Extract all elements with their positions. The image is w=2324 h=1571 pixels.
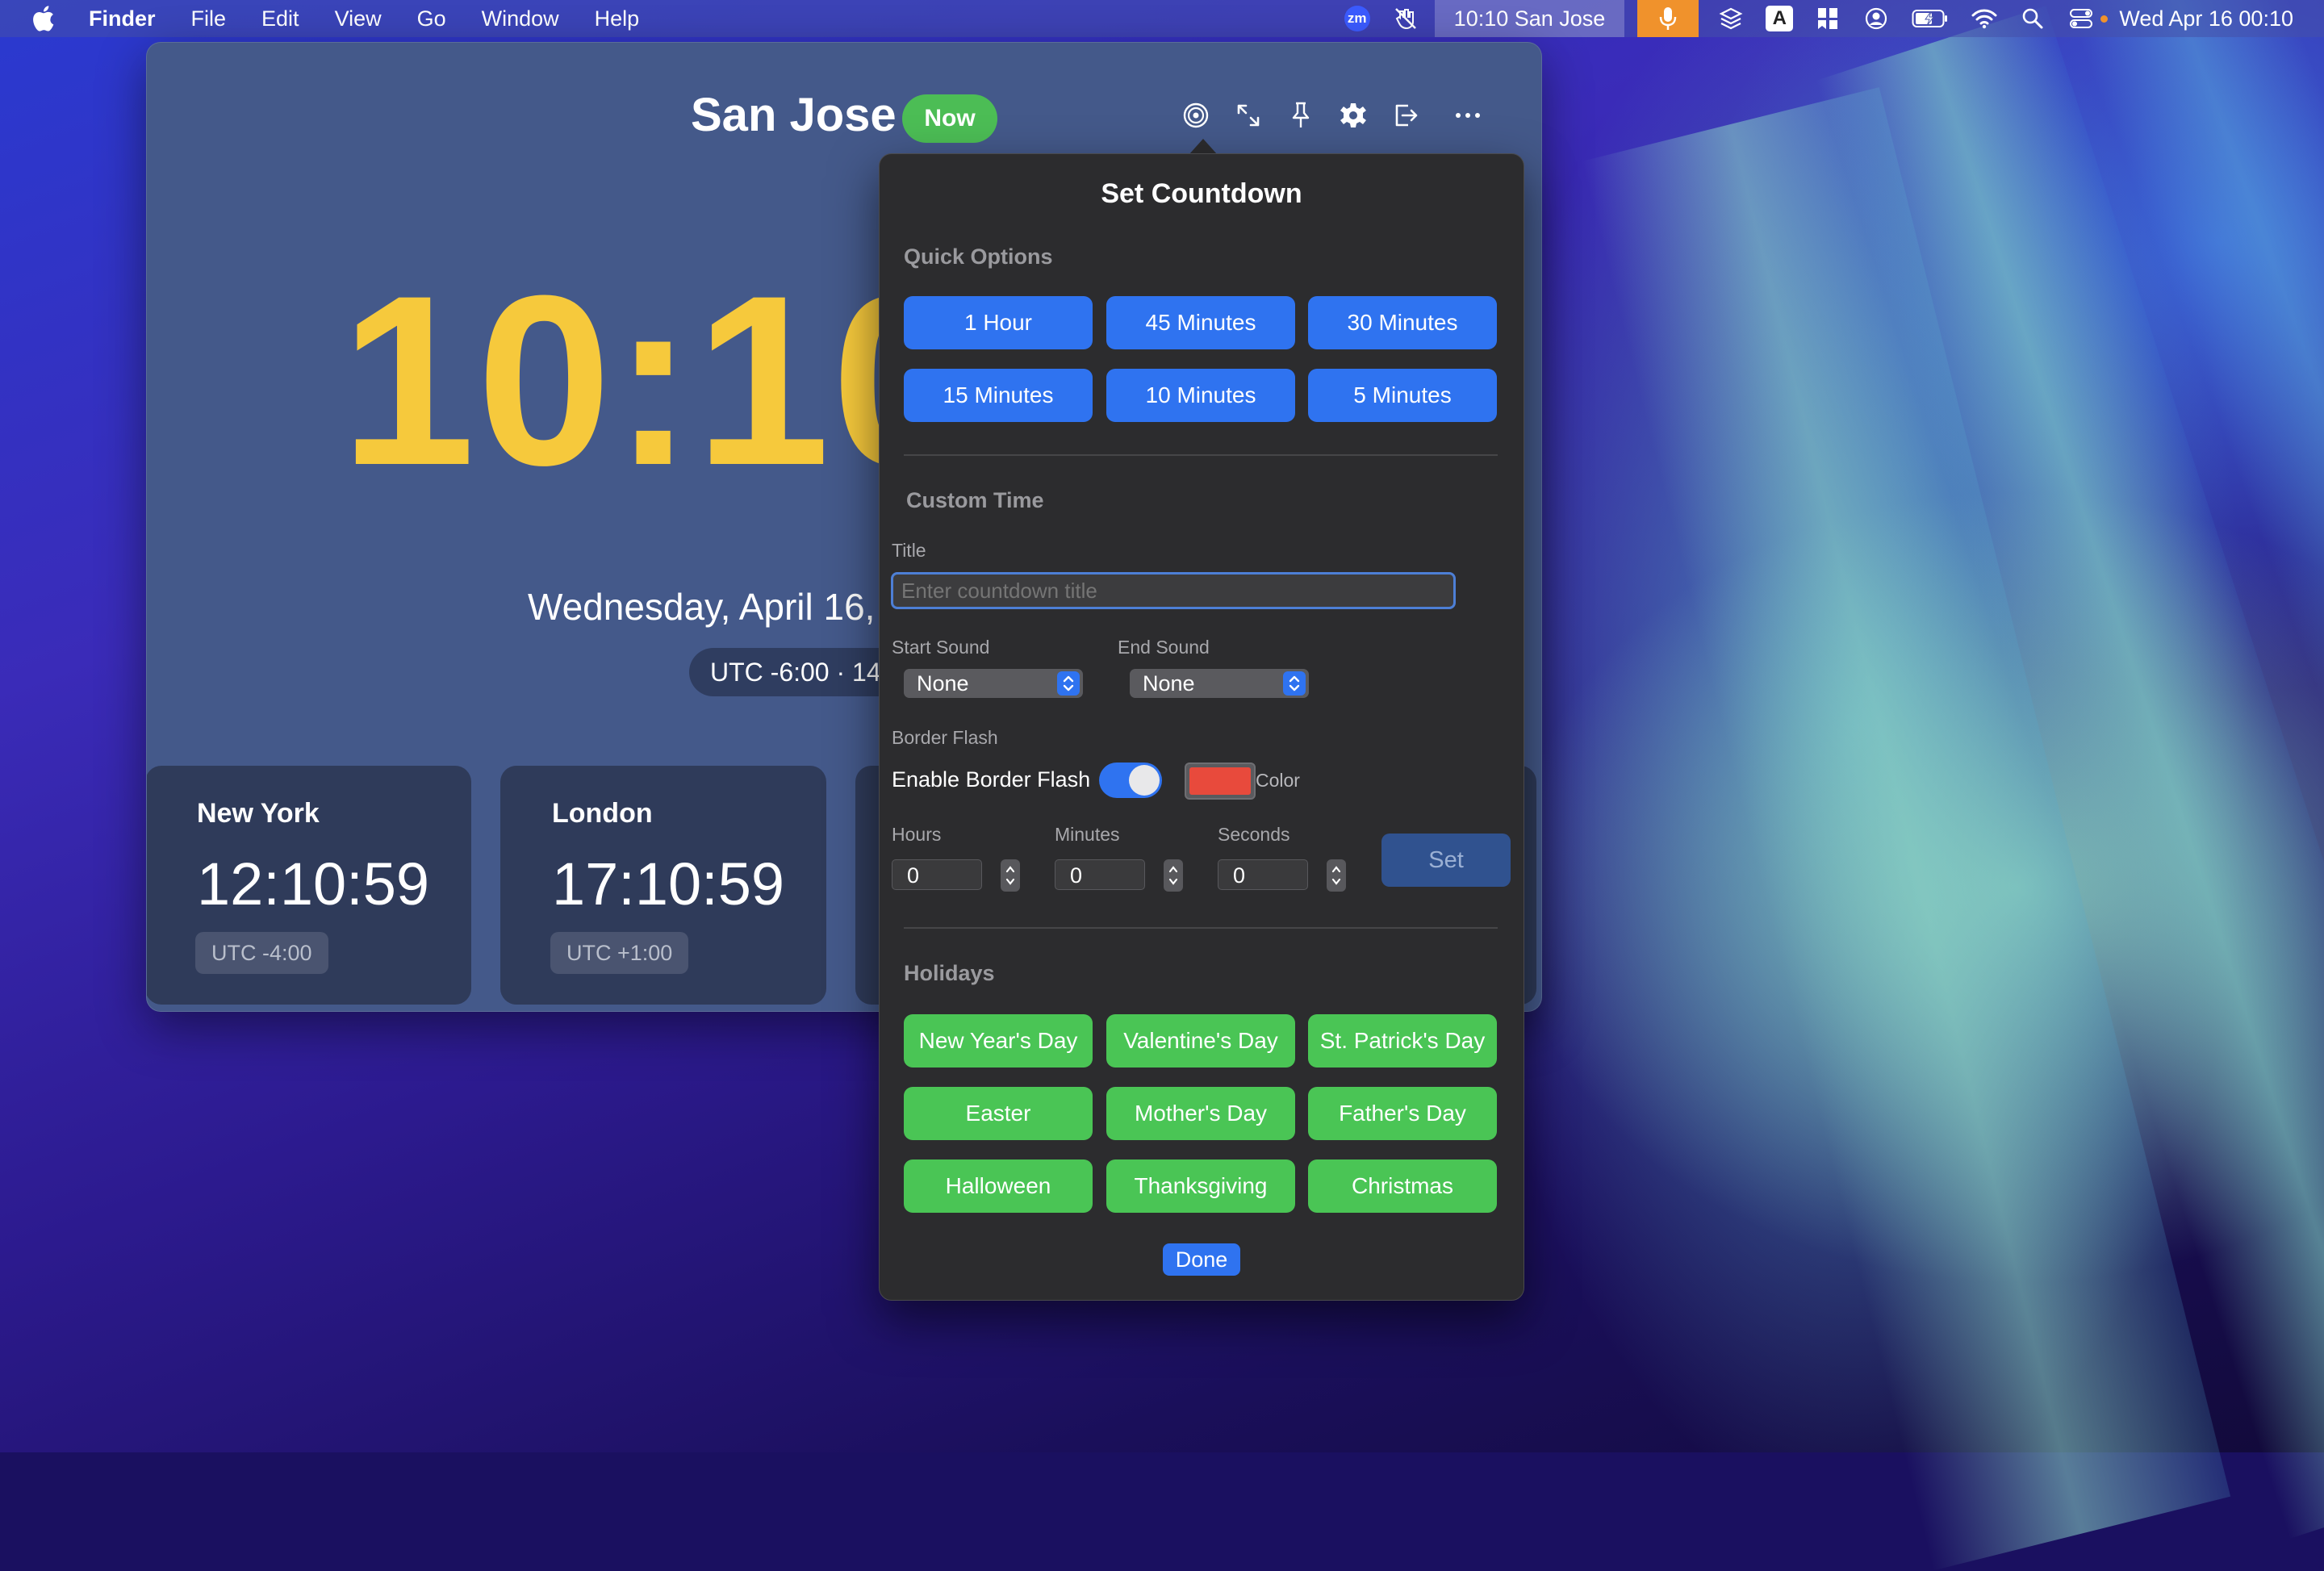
seconds-label: Seconds xyxy=(1218,824,1290,845)
popover-title: Set Countdown xyxy=(1101,178,1302,209)
hours-stepper[interactable] xyxy=(1001,859,1020,892)
countdown-timer-icon[interactable] xyxy=(1180,99,1212,132)
menu-edit[interactable]: Edit xyxy=(261,0,299,37)
minutes-label: Minutes xyxy=(1055,824,1120,845)
city-card-london[interactable]: London 17:10:59 UTC +1:00 xyxy=(500,766,826,1005)
enable-border-flash-label: Enable Border Flash xyxy=(892,767,1091,792)
border-flash-label: Border Flash xyxy=(892,727,998,748)
holiday-fathers-day-button[interactable]: Father's Day xyxy=(1308,1087,1497,1140)
card-utc-offset: UTC +1:00 xyxy=(550,932,689,974)
expand-icon[interactable] xyxy=(1232,99,1264,132)
layers-icon[interactable] xyxy=(1717,6,1745,31)
quick-5-minutes-button[interactable]: 5 Minutes xyxy=(1308,369,1497,422)
holiday-halloween-button[interactable]: Halloween xyxy=(904,1159,1093,1213)
wifi-icon[interactable] xyxy=(1971,6,1998,31)
set-countdown-button[interactable]: Set xyxy=(1381,834,1511,887)
end-sound-label: End Sound xyxy=(1118,637,1210,658)
now-badge[interactable]: Now xyxy=(902,94,997,143)
holidays-heading: Holidays xyxy=(904,961,995,985)
seconds-stepper[interactable] xyxy=(1327,859,1346,892)
holiday-thanksgiving-button[interactable]: Thanksgiving xyxy=(1106,1159,1295,1213)
section-divider xyxy=(904,454,1498,456)
menu-go[interactable]: Go xyxy=(417,0,446,37)
spotlight-search-icon[interactable] xyxy=(2019,6,2046,31)
done-button[interactable]: Done xyxy=(1163,1243,1240,1276)
minutes-field[interactable]: 0 xyxy=(1055,859,1145,890)
quick-1-hour-button[interactable]: 1 Hour xyxy=(904,296,1093,349)
chevron-up-down-icon xyxy=(1283,671,1306,696)
menu-view[interactable]: View xyxy=(335,0,382,37)
start-sound-value: None xyxy=(917,671,969,696)
section-divider xyxy=(904,927,1498,929)
menu-window[interactable]: Window xyxy=(482,0,559,37)
privacy-indicator-dot xyxy=(2100,15,2109,23)
color-label: Color xyxy=(1256,770,1300,791)
city-card-new-york[interactable]: New York 12:10:59 UTC -4:00 xyxy=(147,766,471,1005)
quick-15-minutes-button[interactable]: 15 Minutes xyxy=(904,369,1093,422)
holiday-valentines-day-button[interactable]: Valentine's Day xyxy=(1106,1014,1295,1068)
flash-color-fill xyxy=(1189,767,1251,795)
more-options-icon[interactable] xyxy=(1452,99,1484,132)
quick-45-minutes-button[interactable]: 45 Minutes xyxy=(1106,296,1295,349)
end-sound-value: None xyxy=(1143,671,1195,696)
flash-color-well[interactable] xyxy=(1185,763,1256,800)
chevron-up-down-icon xyxy=(1057,671,1080,696)
seconds-field[interactable]: 0 xyxy=(1218,859,1308,890)
gear-icon[interactable] xyxy=(1337,99,1369,132)
zoom-status-icon[interactable]: zm xyxy=(1344,6,1371,31)
holiday-easter-button[interactable]: Easter xyxy=(904,1087,1093,1140)
holiday-st-patricks-day-button[interactable]: St. Patrick's Day xyxy=(1308,1014,1497,1068)
menu-file[interactable]: File xyxy=(191,0,227,37)
countdown-title-input[interactable] xyxy=(891,572,1456,609)
pin-icon[interactable] xyxy=(1285,99,1317,132)
end-sound-select[interactable]: None xyxy=(1130,669,1309,698)
menu-bar: Finder File Edit View Go Window Help zm … xyxy=(0,0,2324,37)
utc-offset-pill: UTC -6:00 · 14 xyxy=(689,648,902,696)
user-account-icon[interactable] xyxy=(1862,6,1890,31)
menu-help[interactable]: Help xyxy=(595,0,640,37)
window-tiling-icon[interactable] xyxy=(1814,6,1841,31)
card-city-name: New York xyxy=(197,798,320,829)
microphone-icon[interactable] xyxy=(1637,0,1699,37)
hours-label: Hours xyxy=(892,824,942,845)
input-source-letter: A xyxy=(1766,6,1794,31)
hours-field[interactable]: 0 xyxy=(892,859,982,890)
quick-options-heading: Quick Options xyxy=(904,244,1053,269)
menubar-datetime[interactable]: Wed Apr 16 00:10 xyxy=(2119,0,2293,37)
popover-arrow xyxy=(1189,139,1218,155)
menu-app-name[interactable]: Finder xyxy=(89,0,156,37)
holiday-new-years-day-button[interactable]: New Year's Day xyxy=(904,1014,1093,1068)
input-source-icon[interactable]: A xyxy=(1766,6,1794,31)
start-sound-select[interactable]: None xyxy=(904,669,1083,698)
holiday-mothers-day-button[interactable]: Mother's Day xyxy=(1106,1087,1295,1140)
apple-logo-icon[interactable] xyxy=(31,5,55,32)
quick-10-minutes-button[interactable]: 10 Minutes xyxy=(1106,369,1295,422)
exit-icon[interactable] xyxy=(1390,99,1422,132)
card-time: 17:10:59 xyxy=(552,850,785,917)
minutes-stepper[interactable] xyxy=(1164,859,1183,892)
battery-charging-icon[interactable] xyxy=(1911,6,1950,31)
toggle-knob xyxy=(1129,765,1160,796)
main-clock-time: 10:10 xyxy=(341,244,968,516)
card-city-name: London xyxy=(552,798,653,829)
border-flash-toggle[interactable] xyxy=(1099,763,1162,798)
current-city-title: San Jose xyxy=(691,89,897,141)
window-toolbar xyxy=(1180,99,1504,132)
set-countdown-popover: Set Countdown Quick Options 1 Hour 45 Mi… xyxy=(879,153,1524,1301)
card-utc-offset: UTC -4:00 xyxy=(195,932,328,974)
custom-time-heading: Custom Time xyxy=(906,488,1044,512)
control-center-icon[interactable] xyxy=(2067,6,2095,31)
quick-30-minutes-button[interactable]: 30 Minutes xyxy=(1308,296,1497,349)
zoom-badge-text: zm xyxy=(1344,6,1370,31)
card-time: 12:10:59 xyxy=(197,850,430,917)
current-date: Wednesday, April 16, xyxy=(528,586,876,628)
start-sound-label: Start Sound xyxy=(892,637,990,658)
clock-widget-status[interactable]: 10:10 San Jose xyxy=(1434,0,1625,37)
title-field-label: Title xyxy=(892,540,926,561)
holiday-christmas-button[interactable]: Christmas xyxy=(1308,1159,1497,1213)
screen-sharing-icon[interactable] xyxy=(1392,6,1419,31)
